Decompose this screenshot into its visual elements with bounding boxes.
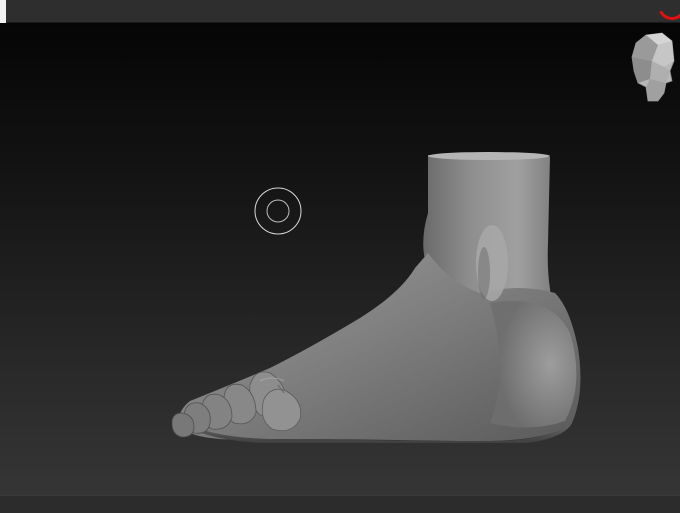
ankle-bone-shadow: [478, 247, 490, 299]
top-toolbar-strip: [0, 0, 680, 23]
zbrush-app: [0, 0, 680, 513]
leg-top-cap: [428, 152, 550, 160]
foot-model[interactable]: [160, 123, 600, 443]
3d-viewport[interactable]: [0, 23, 680, 495]
head-navigator-icon[interactable]: [628, 31, 678, 103]
bottom-status-strip: [0, 495, 680, 513]
